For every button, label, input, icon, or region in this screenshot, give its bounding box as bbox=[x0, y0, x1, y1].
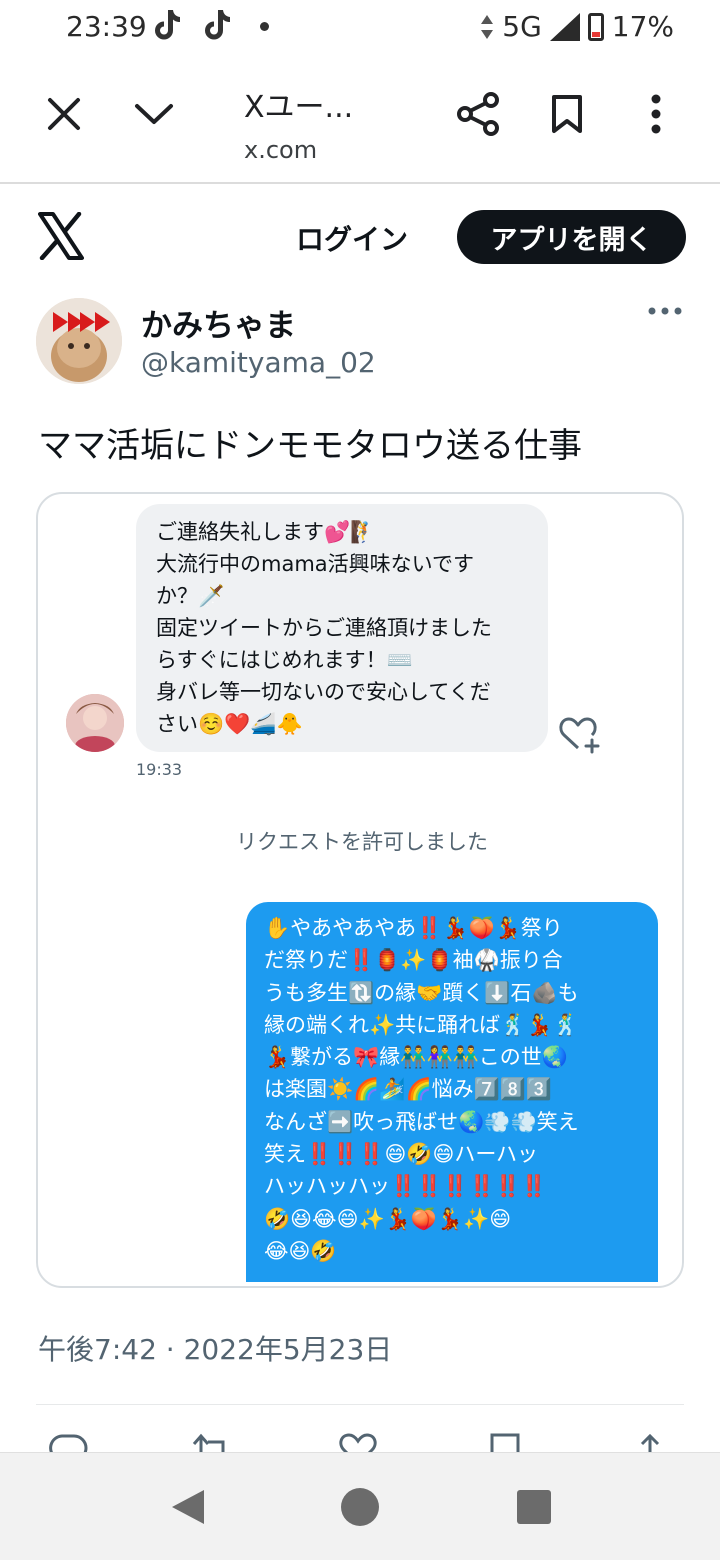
dm-outgoing-line: 🤣😆😂😄✨💃🍑💃✨😄 bbox=[264, 1206, 512, 1231]
dm-incoming-message: ご連絡失礼します💕🧗 大流行中のmama活興味ないです か？🗡️ 固定ツイートか… bbox=[136, 504, 548, 752]
tiktok-icon bbox=[155, 10, 180, 40]
bookmark-icon bbox=[552, 95, 582, 133]
status-time: 23:39 bbox=[66, 10, 147, 43]
tweet-author: かみちゃま @kamityama_02 bbox=[0, 290, 720, 390]
page-title[interactable]: Xユー... bbox=[244, 82, 353, 126]
close-icon bbox=[48, 98, 80, 130]
dm-incoming-line: らすぐにはじめれます！⌨️ bbox=[156, 648, 413, 672]
dot-icon bbox=[260, 21, 269, 31]
dm-outgoing-line: は楽園☀️🌈🏄🌈悩み7️⃣8️⃣3️⃣ bbox=[264, 1077, 553, 1102]
battery-icon bbox=[587, 12, 604, 41]
recents-square-icon[interactable] bbox=[514, 1487, 554, 1527]
signal-icon bbox=[549, 12, 580, 41]
chevron-down-icon bbox=[135, 104, 173, 124]
open-app-button[interactable]: アプリを開く bbox=[457, 210, 686, 264]
dm-incoming-line: 大流行中のmama活興味ないです bbox=[156, 552, 475, 576]
dm-outgoing-line: ハッハッハッ‼️‼️‼️‼️‼️‼️ bbox=[264, 1174, 547, 1199]
dm-outgoing-line: だ祭りだ‼️🏮✨🏮袖🥋振り合 bbox=[264, 948, 563, 973]
more-vertical-icon bbox=[651, 94, 661, 134]
notification-icons bbox=[150, 8, 269, 44]
back-triangle-icon[interactable] bbox=[168, 1487, 208, 1527]
share-button[interactable] bbox=[450, 86, 506, 142]
dm-outgoing-line: なんざ➡️吹っ飛ばせ🌏💨💨笑え bbox=[264, 1109, 579, 1134]
x-header: ログイン アプリを開く bbox=[0, 200, 720, 274]
dm-incoming-line: 固定ツイートからご連絡頂けました bbox=[156, 616, 492, 640]
tweet-text: ママ活垢にドンモモタロウ送る仕事 bbox=[38, 426, 582, 466]
x-logo[interactable] bbox=[38, 212, 84, 260]
avatar-image bbox=[36, 298, 122, 384]
share-icon bbox=[457, 92, 499, 136]
bookmark-button[interactable] bbox=[539, 86, 595, 142]
dm-outgoing-line: 縁の端くれ✨共に踊れば🕺💃🕺 bbox=[264, 1012, 579, 1037]
tweet-timestamp[interactable]: 午後7:42 · 2022年5月23日 bbox=[38, 1328, 392, 1368]
tweet-media[interactable]: ご連絡失礼します💕🧗 大流行中のmama活興味ないです か？🗡️ 固定ツイートか… bbox=[36, 492, 684, 1288]
dm-avatar-image bbox=[66, 694, 124, 752]
browser-toolbar: Xユー... x.com bbox=[0, 58, 720, 184]
heart-plus-icon bbox=[559, 717, 600, 754]
dm-outgoing-line: うも多生🔃の縁🤝躓く⬇️石🪨も bbox=[264, 980, 579, 1005]
menu-button[interactable] bbox=[628, 86, 684, 142]
author-handle[interactable]: @kamityama_02 bbox=[141, 346, 376, 379]
dm-incoming-line: さい☺️❤️🚄🐥 bbox=[156, 712, 303, 736]
tiktok-icon bbox=[205, 10, 230, 40]
dm-avatar bbox=[66, 694, 124, 752]
dm-outgoing-line: 笑え‼️‼️‼️😄🤣😄ハーハッ bbox=[264, 1142, 538, 1167]
expand-button[interactable] bbox=[126, 86, 182, 142]
data-arrows-icon bbox=[481, 14, 494, 39]
dm-outgoing-line: ✋やあやあやあ‼️💃🍑💃祭り bbox=[264, 916, 563, 940]
login-link[interactable]: ログイン bbox=[296, 218, 408, 258]
close-button[interactable] bbox=[36, 86, 92, 142]
system-nav-bar bbox=[0, 1452, 720, 1560]
dm-outgoing-line: 💃繋がる🎀縁👬👫👬この世🌏 bbox=[264, 1045, 568, 1070]
dm-outgoing-line: 😂😆🤣 bbox=[264, 1238, 337, 1263]
dm-request-notice: リクエストを許可しました bbox=[236, 830, 488, 854]
battery-label: 17% bbox=[611, 10, 674, 43]
dm-incoming-line: 身バレ等一切ないので安心してくだ bbox=[156, 680, 491, 704]
dm-outgoing-message: ✋やあやあやあ‼️💃🍑💃祭り だ祭りだ‼️🏮✨🏮袖🥋振り合 うも多生🔃の縁🤝躓く… bbox=[246, 902, 658, 1282]
dm-incoming-line: か？🗡️ bbox=[156, 584, 225, 608]
page-url[interactable]: x.com bbox=[244, 136, 317, 164]
divider bbox=[36, 1404, 684, 1405]
avatar[interactable] bbox=[36, 298, 122, 384]
more-horizontal-icon[interactable] bbox=[648, 306, 682, 316]
status-bar: 23:39 5G 17% bbox=[0, 0, 720, 58]
status-right: 5G 17% bbox=[480, 10, 674, 43]
home-circle-icon[interactable] bbox=[340, 1487, 380, 1527]
network-label: 5G bbox=[502, 10, 542, 43]
dm-incoming-time: 19:33 bbox=[136, 760, 183, 779]
author-name[interactable]: かみちゃま bbox=[141, 300, 296, 345]
dm-incoming-line: ご連絡失礼します💕🧗 bbox=[156, 520, 377, 544]
